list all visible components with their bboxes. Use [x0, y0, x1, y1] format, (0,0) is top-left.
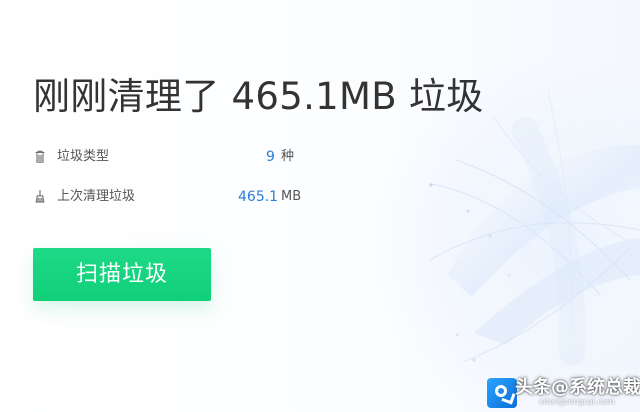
stat-value: 465.1: [238, 189, 279, 205]
scan-trash-button[interactable]: 扫描垃圾: [33, 248, 211, 301]
system-logo-icon: [487, 378, 517, 408]
page-title: 刚刚清理了 465.1MB 垃圾: [33, 75, 484, 118]
stat-label: 上次清理垃圾: [57, 189, 136, 204]
watermark-subtitle: xitongzongcai.com: [539, 397, 615, 406]
stat-label: 垃圾类型: [57, 149, 110, 164]
watermark: 头条@系统总裁 xitongzongcai.com: [460, 368, 640, 412]
trash-icon: [33, 149, 47, 165]
broom-icon: [33, 189, 47, 205]
stat-value: 9: [266, 149, 275, 165]
cleanup-page: 刚刚清理了 465.1MB 垃圾 垃圾类型 9 种 上次清理垃圾 465.1 M…: [0, 0, 640, 412]
stat-unit: MB: [281, 189, 302, 204]
stat-unit: 种: [281, 149, 295, 164]
watermark-title: 头条@系统总裁: [515, 377, 640, 398]
